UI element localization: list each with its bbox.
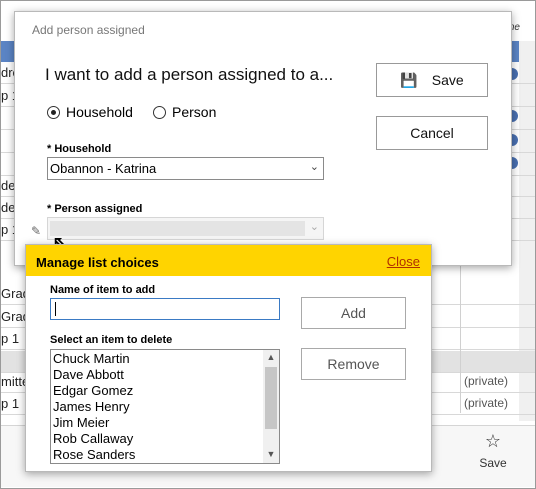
remove-button[interactable]: Remove: [301, 348, 406, 380]
scroll-down-icon[interactable]: ▼: [263, 449, 279, 459]
save-button-label: Save: [431, 72, 464, 88]
household-select-value: Obannon - Katrina: [50, 161, 157, 176]
dialog-title: Add person assigned: [32, 23, 145, 37]
chevron-down-icon: ⌄: [309, 161, 319, 173]
household-field-label: * Household: [47, 143, 112, 155]
close-link[interactable]: Close: [387, 254, 420, 269]
person-assigned-select[interactable]: ⌄: [47, 217, 324, 240]
text-caret: [55, 302, 56, 316]
popup-header: Manage list choices Close: [26, 245, 431, 276]
chevron-down-icon: ⌄: [309, 221, 319, 233]
person-assigned-select-value: [50, 221, 305, 236]
toolbar-save-label: Save: [479, 456, 507, 470]
list-item[interactable]: Rob Callaway: [53, 431, 133, 446]
person-radio-label: Person: [172, 104, 217, 120]
grid-cell: p 1: [1, 396, 20, 411]
cancel-button[interactable]: Cancel: [376, 116, 488, 150]
radio-selected-indicator[interactable]: [47, 105, 60, 119]
person-assigned-field-label: * Person assigned: [47, 203, 143, 215]
privacy-cell: (private): [464, 396, 509, 410]
household-radio-label: Household: [66, 104, 133, 120]
household-radio[interactable]: Household: [47, 104, 133, 120]
add-item-input[interactable]: [50, 298, 280, 320]
delete-items-listbox[interactable]: Chuck Martin Dave Abbott Edgar Gomez Jam…: [50, 349, 280, 464]
save-button[interactable]: 💾 Save: [376, 63, 488, 97]
household-select[interactable]: Obannon - Katrina ⌄: [47, 157, 324, 180]
delete-item-label: Select an item to delete: [50, 334, 173, 346]
add-button[interactable]: Add: [301, 297, 406, 329]
radio-indicator[interactable]: [153, 105, 166, 119]
list-item[interactable]: Edgar Gomez: [53, 383, 133, 398]
toolbar-save-button[interactable]: ☆ Save: [470, 430, 516, 470]
edit-list-icon[interactable]: ✎: [31, 224, 41, 238]
scroll-up-icon[interactable]: ▲: [263, 352, 279, 362]
person-radio[interactable]: Person: [153, 104, 216, 120]
listbox-scrollbar[interactable]: ▲ ▼: [263, 350, 279, 463]
list-item[interactable]: James Henry: [53, 399, 130, 414]
list-item[interactable]: Chuck Martin: [53, 351, 130, 366]
star-outline-icon: ☆: [484, 431, 502, 451]
list-item[interactable]: Jim Meier: [53, 415, 109, 430]
grid-cell: p 1: [1, 331, 20, 346]
dialog-question: I want to add a person assigned to a...: [45, 65, 334, 84]
manage-list-choices-popup: Manage list choices Close Name of item t…: [25, 244, 432, 472]
scrollbar-thumb[interactable]: [265, 367, 277, 429]
cancel-button-label: Cancel: [410, 125, 454, 141]
list-item[interactable]: Dave Abbott: [53, 367, 124, 382]
popup-title: Manage list choices: [36, 255, 159, 270]
add-item-label: Name of item to add: [50, 284, 156, 296]
privacy-cell: (private): [464, 374, 509, 388]
grid-column-divider: [460, 258, 461, 413]
list-item[interactable]: Rose Sanders: [53, 447, 135, 462]
floppy-disk-icon: 💾: [400, 71, 418, 88]
add-person-assigned-dialog: Add person assigned I want to add a pers…: [14, 11, 512, 266]
